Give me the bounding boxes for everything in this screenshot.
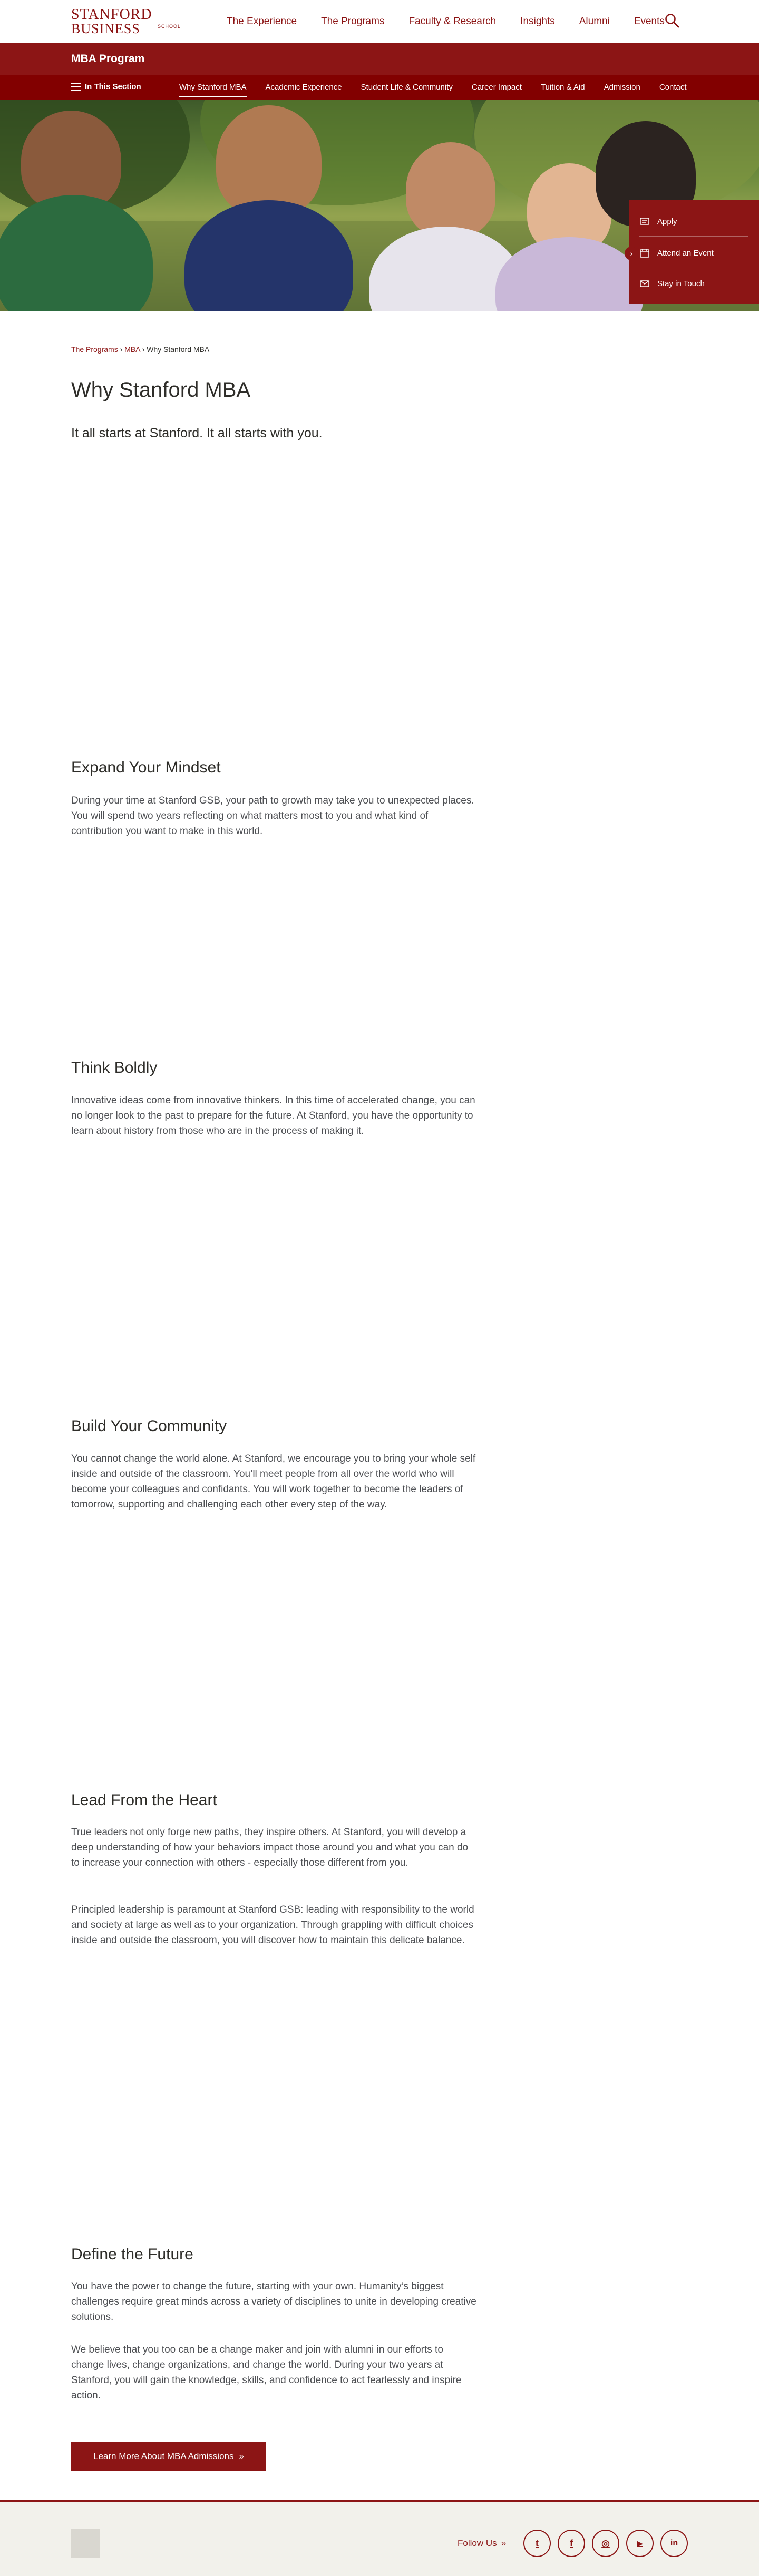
stay-in-touch-link[interactable]: Stay in Touch (639, 278, 705, 289)
search-icon[interactable] (664, 13, 680, 28)
breadcrumb-separator: › (120, 345, 123, 354)
breadcrumb-current: Why Stanford MBA (147, 345, 210, 354)
section-heading-expand-your-mindset: Expand Your Mindset (71, 759, 221, 776)
subnav-student-life[interactable]: Student Life & Community (361, 83, 453, 97)
nav-alumni[interactable]: Alumni (579, 16, 610, 27)
double-chevron-icon: » (239, 2451, 244, 2461)
section-heading-define-the-future: Define the Future (71, 2246, 193, 2263)
subnav-why-stanford-mba[interactable]: Why Stanford MBA (179, 83, 247, 97)
apply-label: Apply (657, 217, 677, 226)
section-paragraph: Innovative ideas come from innovative th… (71, 1095, 475, 1137)
footer-logo[interactable] (71, 2529, 100, 2558)
nav-faculty-research[interactable]: Faculty & Research (408, 16, 496, 27)
section-paragraph: True leaders not only forge new paths, t… (71, 1827, 469, 1868)
quick-actions-panel: › Apply Attend an Event Stay in Touch (625, 200, 759, 304)
subnav-career-impact[interactable]: Career Impact (472, 83, 522, 97)
in-this-section-toggle[interactable]: In This Section (71, 82, 141, 91)
main-nav: The Experience The Programs Faculty & Re… (227, 16, 689, 27)
program-title[interactable]: MBA Program (71, 53, 144, 65)
linkedin-icon[interactable]: in (660, 2530, 688, 2557)
breadcrumb-mba[interactable]: MBA (124, 345, 140, 354)
subnav-contact[interactable]: Contact (659, 83, 687, 97)
site-header: STANFORD BUSINESS SCHOOL The Experience … (0, 0, 759, 43)
section-heading-lead-from-the-heart: Lead From the Heart (71, 1791, 217, 1809)
attend-event-label: Attend an Event (657, 248, 714, 258)
program-bar: MBA Program (0, 43, 759, 75)
breadcrumb-the-programs[interactable]: The Programs (71, 345, 118, 354)
nav-the-experience[interactable]: The Experience (227, 16, 297, 27)
page-title: Why Stanford MBA (71, 378, 251, 401)
in-this-section-label: In This Section (85, 82, 141, 91)
section-heading-think-boldly: Think Boldly (71, 1059, 158, 1076)
youtube-icon[interactable]: ▶ (626, 2530, 654, 2557)
site-footer: Follow Us » t f ◎ ▶ in (0, 2500, 759, 2576)
nav-the-programs[interactable]: The Programs (321, 16, 384, 27)
attend-event-link[interactable]: Attend an Event (639, 248, 714, 258)
section-heading-build-your-community: Build Your Community (71, 1417, 227, 1435)
nav-events[interactable]: Events (634, 16, 665, 27)
section-subnav: Why Stanford MBA Academic Experience Stu… (179, 83, 706, 97)
stanford-gsb-logo[interactable]: STANFORD BUSINESS (71, 7, 152, 36)
breadcrumb: The Programs › MBA › Why Stanford MBA (71, 345, 209, 354)
menu-icon (71, 83, 81, 91)
learn-more-admissions-button[interactable]: Learn More About MBA Admissions » (71, 2442, 266, 2471)
apply-icon (640, 218, 649, 225)
subnav-academic-experience[interactable]: Academic Experience (266, 83, 342, 97)
section-paragraph: We believe that you too can be a change … (71, 2344, 462, 2401)
section-paragraph: Principled leadership is paramount at St… (71, 1904, 474, 1946)
divider (639, 236, 748, 237)
section-paragraph: During your time at Stanford GSB, your p… (71, 795, 474, 837)
calendar-icon (640, 249, 649, 258)
envelope-icon (640, 280, 649, 287)
stay-in-touch-label: Stay in Touch (657, 279, 705, 288)
double-chevron-icon: » (501, 2538, 507, 2548)
facebook-icon[interactable]: f (558, 2530, 585, 2557)
cta-label: Learn More About MBA Admissions (93, 2451, 234, 2461)
apply-link[interactable]: Apply (639, 216, 677, 227)
section-paragraph: You have the power to change the future,… (71, 2281, 476, 2323)
follow-us-label: Follow Us (458, 2538, 497, 2548)
section-paragraph: You cannot change the world alone. At St… (71, 1453, 476, 1510)
breadcrumb-separator: › (142, 345, 145, 354)
instagram-icon[interactable]: ◎ (592, 2530, 619, 2557)
logo-school-text: SCHOOL (158, 24, 181, 29)
subnav-admission[interactable]: Admission (604, 83, 640, 97)
top-bar: STANFORD BUSINESS SCHOOL The Experience … (0, 0, 759, 43)
collapse-arrow-icon[interactable]: › (625, 247, 638, 260)
section-nav-bar: In This Section Why Stanford MBA Academi… (0, 75, 759, 100)
subnav-tuition-aid[interactable]: Tuition & Aid (541, 83, 585, 97)
nav-insights[interactable]: Insights (520, 16, 554, 27)
twitter-icon[interactable]: t (523, 2530, 551, 2557)
page-intro: It all starts at Stanford. It all starts… (71, 426, 323, 440)
follow-us: Follow Us » (458, 2538, 506, 2549)
